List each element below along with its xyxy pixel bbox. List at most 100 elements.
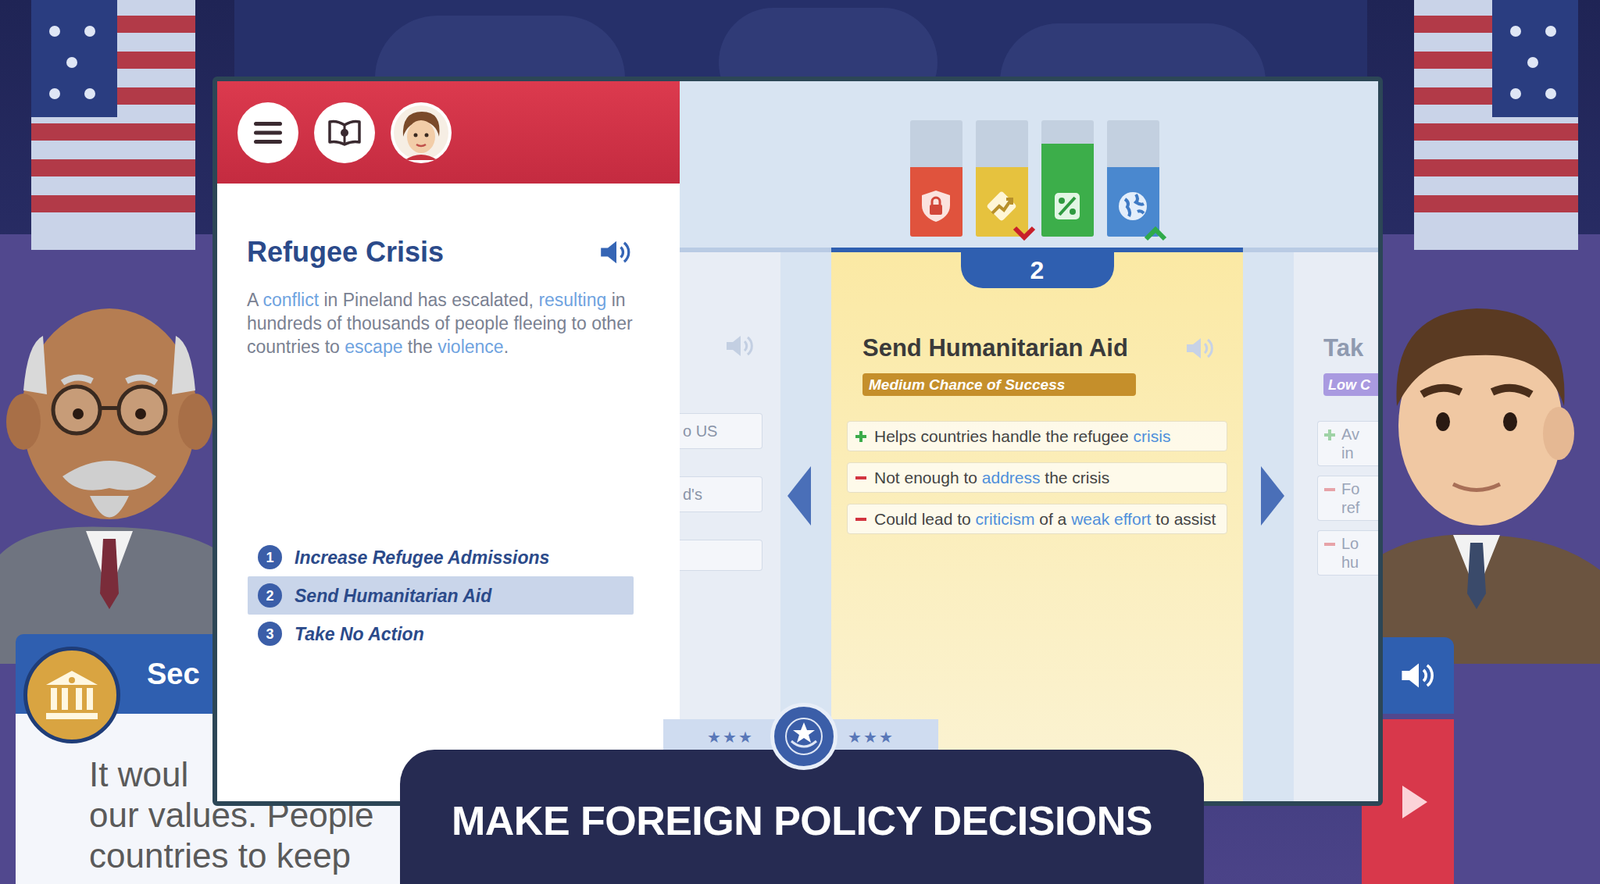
next-chance-tag: Low C — [1323, 373, 1379, 397]
speaker-icon[interactable] — [1185, 335, 1217, 361]
option-number-tab: 2 — [960, 252, 1115, 289]
next-point-line: in — [1341, 443, 1360, 463]
economy-meter-icon — [984, 188, 1019, 225]
crisis-body: Refugee Crisis A conflict in Pineland ha… — [217, 183, 680, 654]
meter-color — [1041, 143, 1094, 237]
minus-icon — [855, 472, 867, 484]
next-point-text: Lohu — [1341, 534, 1359, 572]
next-point-text: Avin — [1341, 425, 1360, 463]
option-number-badge: 3 — [257, 621, 283, 647]
decision-panel: Refugee Crisis A conflict in Pineland ha… — [212, 76, 1383, 807]
con-point: Not enough to address the crisis — [846, 462, 1228, 493]
meter-track — [910, 120, 963, 237]
previous-point-text: d's — [682, 484, 703, 505]
hamburger-menu-icon — [253, 121, 283, 145]
health-meter-icon — [1050, 188, 1085, 225]
us-flag-icon — [15, 0, 211, 258]
next-point-line: hu — [1341, 553, 1359, 572]
crisis-column: Refugee Crisis A conflict in Pineland ha… — [217, 81, 680, 802]
meter-group — [910, 120, 1160, 237]
plus-icon — [855, 431, 867, 443]
glossary-word[interactable]: conflict — [262, 289, 319, 311]
advisor-audio-button[interactable] — [1382, 637, 1454, 715]
point-text-part: Could lead to — [874, 510, 976, 529]
next-point-line: Av — [1341, 425, 1360, 444]
trend-arrow-icon — [1143, 225, 1168, 242]
point-text: Helps countries handle the refugee crisi… — [874, 425, 1171, 448]
profile-button[interactable] — [390, 102, 452, 164]
option-card: 2 Send Humanitarian Aid Medium Chance of… — [831, 247, 1243, 802]
next-point-list: Avin Foref Lohu — [1317, 421, 1379, 576]
description-text: . — [503, 336, 509, 358]
glossary-word[interactable]: escape — [344, 336, 403, 358]
option-label: Increase Refugee Admissions — [294, 546, 550, 570]
security-meter-icon — [918, 188, 954, 225]
chance-tag: Medium Chance of Success — [862, 373, 1136, 397]
minus-icon — [1324, 539, 1336, 550]
president-avatar-icon — [393, 105, 449, 161]
option-row[interactable]: 2Send Humanitarian Aid — [247, 576, 634, 615]
us-flag-icon — [1398, 0, 1594, 258]
treasury-bank-icon — [23, 646, 121, 744]
official-character-icon — [1359, 226, 1600, 665]
next-point-line: ref — [1341, 498, 1360, 518]
crisis-title: Refugee Crisis — [246, 235, 444, 270]
world-meter-icon — [1115, 188, 1150, 225]
next-option-card[interactable]: Tak Low C AvinForefLohu — [1293, 247, 1379, 802]
ribbon-stars: ★★★ — [707, 728, 754, 747]
pro-point: Avin — [1317, 421, 1379, 467]
point-text-part: the crisis — [1040, 468, 1111, 487]
option-card-body: Send Humanitarian Aid Medium Chance of S… — [831, 252, 1243, 535]
next-arrow-icon — [1399, 782, 1431, 822]
option-number: 2 — [1030, 254, 1045, 286]
previous-arrow-icon[interactable] — [785, 464, 813, 528]
ribbon-stars: ★★★ — [847, 728, 895, 747]
meter-track — [1041, 120, 1094, 237]
con-point: Could lead to criticism of a weak effort… — [846, 503, 1228, 535]
description-text: the — [402, 336, 438, 358]
option-row[interactable]: 1Increase Refugee Admissions — [247, 538, 634, 577]
previous-option-card[interactable]: o US d's — [679, 247, 781, 802]
glossary-word[interactable]: address — [982, 468, 1041, 487]
point-text: Not enough to address the crisis — [874, 466, 1110, 490]
previous-point: d's — [679, 476, 763, 513]
next-arrow-icon[interactable] — [1259, 464, 1286, 528]
glossary-word[interactable]: criticism — [975, 510, 1036, 529]
speaker-icon — [725, 333, 757, 359]
advisor-character-icon — [0, 226, 235, 665]
option-title: Send Humanitarian Aid — [862, 333, 1129, 364]
glossary-word[interactable]: violence — [437, 336, 504, 358]
trend-arrow-icon — [1012, 225, 1036, 242]
glossary-word[interactable]: weak effort — [1071, 510, 1151, 529]
caption-text: MAKE FOREIGN POLICY DECISIONS — [451, 796, 1153, 846]
presidential-seal-icon — [770, 703, 838, 771]
point-list: Helps countries handle the refugee crisi… — [846, 421, 1228, 535]
option-row[interactable]: 3 Take No Action — [247, 614, 634, 654]
glossary-word[interactable]: resulting — [538, 289, 607, 311]
crisis-description: A conflict in Pineland has escalated, re… — [246, 288, 634, 359]
next-point-text: Foref — [1341, 479, 1360, 518]
glossary-button[interactable] — [314, 102, 375, 164]
meter-track — [975, 120, 1029, 237]
previous-point: o US — [679, 413, 763, 450]
option-number-badge: 2 — [257, 583, 283, 608]
description-text: A — [246, 289, 263, 311]
point-text-part: Helps countries handle the refugee — [874, 427, 1134, 446]
point-text-part: Not enough to — [874, 468, 983, 487]
con-point: Lohu — [1317, 530, 1379, 576]
con-point: Foref — [1317, 475, 1379, 522]
option-heading: Send Humanitarian Aid — [862, 333, 1228, 364]
speaker-icon[interactable] — [599, 238, 634, 267]
glossary-word[interactable]: crisis — [1133, 427, 1172, 446]
option-label: Take No Action — [294, 622, 425, 647]
point-text-part: of a — [1034, 510, 1072, 529]
crisis-heading: Refugee Crisis — [246, 235, 634, 270]
next-option-body: Tak Low C AvinForefLohu — [1293, 252, 1379, 576]
next-point-line: Fo — [1341, 479, 1360, 499]
trend-arrow-icon — [946, 225, 971, 242]
description-text: in Pineland has escalated, — [318, 289, 539, 311]
next-chance-label: Low C — [1328, 375, 1371, 395]
menu-button[interactable] — [237, 102, 299, 164]
point-text-part: to assist — [1150, 510, 1216, 529]
trend-arrow-icon — [1078, 225, 1102, 242]
